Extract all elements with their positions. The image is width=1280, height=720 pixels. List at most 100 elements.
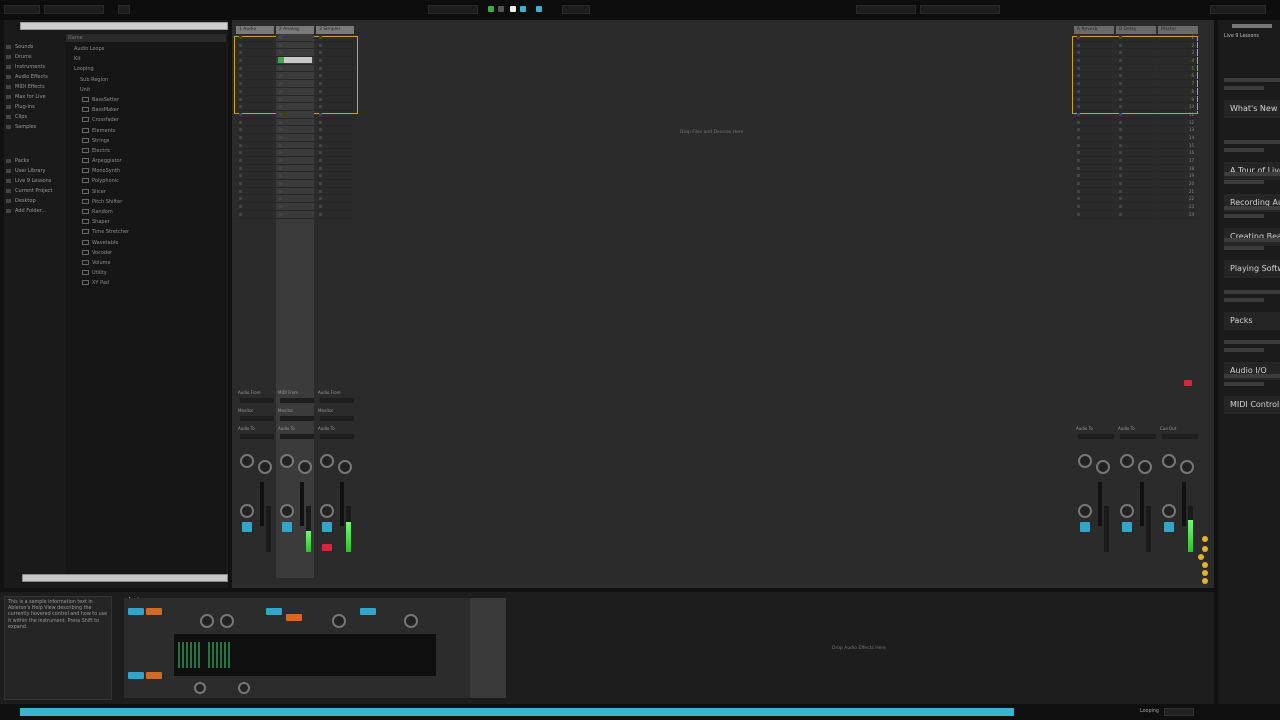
clip-stop-square[interactable]	[319, 51, 322, 55]
send-knob[interactable]	[280, 454, 294, 468]
clip-stop-square[interactable]	[279, 112, 282, 116]
record-button[interactable]	[510, 6, 516, 12]
clip-slot[interactable]	[236, 34, 274, 42]
scene-number[interactable]: 14	[1189, 135, 1194, 140]
clip-stop-square[interactable]	[1119, 74, 1122, 78]
clip-stop-square[interactable]	[279, 97, 282, 101]
clip-slot[interactable]	[316, 165, 354, 173]
detune-knob[interactable]	[220, 614, 234, 628]
arm-button[interactable]	[322, 544, 332, 551]
clip-stop-square[interactable]	[1119, 128, 1122, 132]
clip-slot[interactable]	[316, 57, 354, 65]
clip-stop-square[interactable]	[279, 89, 282, 93]
pan-knob[interactable]	[320, 504, 334, 518]
clip-slot[interactable]	[236, 203, 274, 211]
clip-stop-square[interactable]	[319, 197, 322, 201]
clip-slot[interactable]	[276, 142, 314, 150]
clip-stop-square[interactable]	[239, 174, 242, 178]
track-title-bar[interactable]: Master	[1158, 26, 1198, 34]
clip-stop-square[interactable]	[319, 189, 322, 193]
clip-slot[interactable]	[316, 188, 354, 196]
clip-slot[interactable]	[1074, 195, 1114, 204]
clip-stop-square[interactable]	[279, 128, 282, 132]
glide-knob[interactable]	[194, 682, 206, 694]
browser-file-item[interactable]: Wavetable	[66, 238, 226, 248]
clip-stop-square[interactable]	[1077, 212, 1080, 216]
clip-slot[interactable]	[1116, 203, 1156, 211]
clip-stop-square[interactable]	[319, 151, 322, 155]
clip-slot[interactable]	[236, 88, 274, 96]
clip-slot[interactable]	[276, 96, 314, 104]
clip-slot[interactable]	[276, 88, 314, 96]
clip-slot[interactable]	[1074, 165, 1114, 173]
clip-slot[interactable]	[1074, 57, 1114, 65]
clip-slot[interactable]: 20	[1158, 180, 1198, 188]
clip-slot[interactable]	[1116, 142, 1156, 150]
clip-slot[interactable]	[316, 111, 354, 119]
scene-number[interactable]: 1	[1191, 35, 1194, 40]
scene-launch-indicator[interactable]	[1202, 578, 1208, 584]
volume-fader[interactable]	[1182, 482, 1186, 526]
clip-slot[interactable]	[316, 72, 354, 81]
osc1-switch[interactable]	[128, 608, 144, 615]
clip-stop-square[interactable]	[279, 151, 282, 155]
clip-slot[interactable]	[236, 157, 274, 165]
browser-file-item[interactable]: Slicer	[66, 187, 226, 197]
clip-slot[interactable]	[1116, 149, 1156, 157]
clip-slot[interactable]	[236, 65, 274, 73]
browser-file-item[interactable]: Looping	[66, 64, 226, 74]
clip-slot[interactable]	[1074, 172, 1114, 181]
clip-slot[interactable]	[276, 49, 314, 58]
browser-file-item[interactable]: XY Pad	[66, 278, 226, 288]
scene-number[interactable]: 22	[1189, 196, 1194, 201]
clip-slot[interactable]: 5	[1158, 65, 1198, 73]
send-knob[interactable]	[1120, 454, 1134, 468]
volume-fader[interactable]	[1098, 482, 1102, 526]
clip-stop-square[interactable]	[279, 197, 282, 201]
clip-slot[interactable]	[276, 80, 314, 88]
clip-stop-square[interactable]	[319, 82, 322, 86]
clip-slot[interactable]	[316, 203, 354, 211]
clip-slot[interactable]	[236, 188, 274, 196]
clip-stop-square[interactable]	[279, 105, 282, 109]
browser-place-item[interactable]: Live 9 Lessons	[6, 176, 62, 186]
clip-stop-square[interactable]	[239, 82, 242, 86]
io-chooser[interactable]	[240, 398, 274, 403]
clip-stop-square[interactable]	[1077, 182, 1080, 186]
amp-switch[interactable]	[286, 614, 302, 621]
clip-stop-square[interactable]	[239, 197, 242, 201]
clip-stop-square[interactable]	[319, 174, 322, 178]
scene-launch-indicator[interactable]	[1202, 562, 1208, 568]
clip-stop-square[interactable]	[279, 82, 282, 86]
scene-number[interactable]: 17	[1189, 158, 1194, 163]
browser-file-item[interactable]: Kit	[66, 54, 226, 64]
browser-category-item[interactable]: Samples	[6, 122, 62, 132]
clip-stop-square[interactable]	[279, 143, 282, 147]
help-lesson-link[interactable]: Creating Beats	[1224, 228, 1280, 246]
clip-stop-square[interactable]	[319, 36, 322, 39]
clip-stop-square[interactable]	[239, 59, 242, 63]
clip-slot[interactable]	[1074, 157, 1114, 165]
track-activator-button[interactable]	[242, 522, 252, 532]
clip-stop-square[interactable]	[1119, 143, 1122, 147]
clip-stop-square[interactable]	[239, 97, 242, 101]
clip-slot[interactable]	[276, 111, 314, 119]
clip-slot[interactable]: 13	[1158, 126, 1198, 134]
track-title-bar[interactable]: 2 Analog	[276, 26, 314, 34]
tempo-display[interactable]	[4, 5, 40, 14]
browser-file-item[interactable]: BassSetter	[66, 95, 226, 105]
clip-stop-square[interactable]	[319, 159, 322, 162]
clip-stop-square[interactable]	[319, 89, 322, 93]
browser-category-item[interactable]: Drums	[6, 52, 62, 62]
io-chooser[interactable]	[280, 416, 314, 421]
clip-stop-square[interactable]	[239, 43, 242, 47]
clip-slot[interactable]	[316, 88, 354, 96]
clip-slot[interactable]	[236, 80, 274, 88]
clip-stop-square[interactable]	[279, 135, 282, 139]
clip-stop-square[interactable]	[1119, 189, 1122, 193]
clip-stop-square[interactable]	[1119, 36, 1122, 39]
clip-slot[interactable]	[1116, 96, 1156, 104]
browser-content-header[interactable]: Name	[66, 34, 226, 42]
clip-stop-square[interactable]	[1077, 189, 1080, 193]
overdub-button[interactable]	[520, 6, 526, 12]
